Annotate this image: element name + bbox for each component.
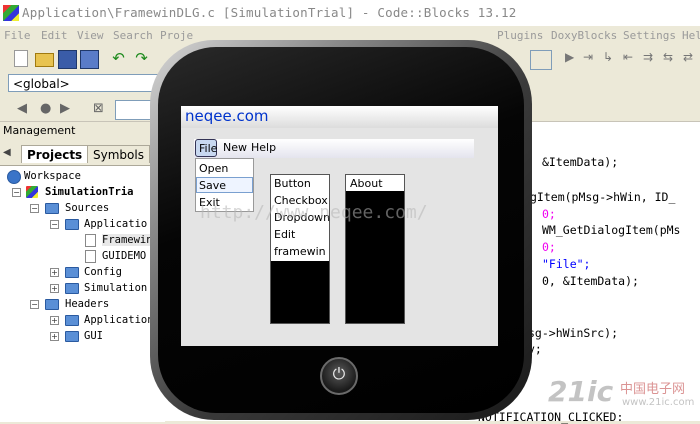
brand-logo: 21ic [548, 375, 614, 408]
new-file-icon[interactable] [14, 50, 28, 67]
framewin-menu-file[interactable]: File [195, 139, 217, 157]
jump-forward-icon[interactable]: ▶ [60, 101, 70, 116]
step-out-icon[interactable]: ⇤ [623, 50, 633, 64]
framewin-menu-new[interactable]: New [220, 139, 250, 157]
undo-icon[interactable]: ↶ [110, 50, 127, 67]
management-label: Management [3, 124, 76, 137]
code-line: 0; [542, 207, 556, 221]
jump-back-icon[interactable]: ◀ [17, 101, 27, 116]
menu-help[interactable]: Hel [682, 29, 700, 42]
dropdown-item-save[interactable]: Save [199, 179, 226, 192]
run-icon[interactable]: ▶ [565, 50, 574, 64]
code-number: 0; [542, 207, 556, 221]
tree-item-project[interactable]: SimulationTria [45, 186, 134, 198]
code-line: gItem(pMsg->hWin, ID_ [530, 190, 676, 204]
menu-doxyblocks[interactable]: DoxyBlocks [551, 29, 617, 42]
project-icon [26, 186, 38, 198]
tree-item-headers[interactable]: Headers [65, 298, 109, 310]
code-line: sg->hWinSrc); [528, 326, 619, 340]
tab-scroll-left-icon[interactable]: ◀ [3, 147, 11, 158]
menu-file[interactable]: File [4, 29, 31, 42]
brand-url: www.21ic.com [622, 397, 695, 408]
next-line-icon[interactable]: ⇉ [643, 50, 653, 64]
watermark-text: http://www.neqee.com/ [200, 202, 428, 223]
redo-icon[interactable]: ↷ [133, 50, 150, 67]
code-line: WM_GetDialogItem(pMs [542, 223, 681, 237]
tree-item-sources[interactable]: Sources [65, 202, 109, 214]
menu-edit[interactable]: Edit [41, 29, 68, 42]
save-icon[interactable] [58, 50, 77, 69]
tree-item-workspace[interactable]: Workspace [24, 170, 81, 182]
target-combo[interactable] [530, 50, 552, 70]
tree-item-application[interactable]: Applicatio [84, 218, 147, 230]
tree-item-simulation[interactable]: Simulation [84, 282, 147, 294]
listbox-item-edit[interactable]: Edit [274, 228, 295, 241]
tab-projects[interactable]: Projects [21, 145, 89, 163]
tree-item-config[interactable]: Config [84, 266, 122, 278]
folder-icon [65, 267, 79, 278]
folder-icon [65, 331, 79, 342]
menu-view[interactable]: View [77, 29, 104, 42]
open-folder-icon[interactable] [35, 53, 54, 67]
menu-settings[interactable]: Settings [623, 29, 676, 42]
stop-debugger-icon[interactable]: ⇄ [683, 50, 693, 64]
tree-item-gui[interactable]: GUI [84, 330, 103, 342]
title-bar: Application\FramewinDLG.c [SimulationTri… [0, 0, 700, 26]
expand-icon[interactable]: + [50, 284, 59, 293]
menu-project[interactable]: Proje [160, 29, 193, 42]
listbox-item-about[interactable]: About [350, 177, 383, 190]
listbox-item-framewin[interactable]: framewin [274, 245, 326, 258]
next-instruction-icon[interactable]: ⇆ [663, 50, 673, 64]
save-all-icon[interactable] [80, 50, 99, 69]
tab-symbols[interactable]: Symbols [87, 145, 150, 163]
code-line: 0, &ItemData); [542, 274, 639, 288]
workspace-icon [7, 170, 21, 184]
listbox-item-button[interactable]: Button [274, 177, 311, 190]
dropdown-item-open[interactable]: Open [199, 162, 228, 175]
tree-item-headers-application[interactable]: Application [84, 314, 154, 326]
about-listbox[interactable] [345, 174, 405, 324]
folder-icon [45, 203, 59, 214]
code-line: NOTIFICATION_CLICKED: [478, 410, 624, 424]
framewin-menu-help[interactable]: Help [248, 139, 279, 157]
folder-icon [45, 299, 59, 310]
menu-search[interactable]: Search [113, 29, 153, 42]
code-number: 0; [542, 240, 556, 254]
codeblocks-icon [3, 5, 19, 21]
expand-icon[interactable]: + [50, 316, 59, 325]
folder-icon [65, 283, 79, 294]
framewin-title: neqee.com [185, 107, 269, 125]
clear-icon[interactable]: ⊠ [93, 101, 104, 116]
toggle-bookmark-icon[interactable]: ● [40, 101, 51, 116]
code-string: "File"; [542, 257, 591, 271]
collapse-icon[interactable]: − [30, 300, 39, 309]
code-line: &ItemData); [542, 155, 619, 169]
folder-icon [65, 219, 79, 230]
brand-name: 中国电子网 [620, 382, 686, 397]
step-over-icon[interactable]: ↳ [603, 50, 613, 64]
collapse-icon[interactable]: − [12, 188, 21, 197]
expand-icon[interactable]: + [50, 332, 59, 341]
tree-item-guidemo[interactable]: GUIDEMO [102, 250, 146, 262]
code-line: 0; [542, 240, 556, 254]
tree-item-framewin[interactable]: Framewin [102, 234, 153, 246]
expand-icon[interactable]: + [50, 268, 59, 277]
file-icon [85, 250, 96, 263]
menu-plugins[interactable]: Plugins [497, 29, 543, 42]
collapse-icon[interactable]: − [50, 220, 59, 229]
step-into-icon[interactable]: ⇥ [583, 50, 593, 64]
power-icon: ⏻ [332, 364, 346, 383]
code-line: "File"; [542, 257, 590, 271]
collapse-icon[interactable]: − [30, 204, 39, 213]
folder-icon [65, 315, 79, 326]
file-icon [85, 234, 96, 247]
scope-combo[interactable]: <global> [8, 74, 158, 92]
window-title: Application\FramewinDLG.c [SimulationTri… [22, 5, 517, 20]
